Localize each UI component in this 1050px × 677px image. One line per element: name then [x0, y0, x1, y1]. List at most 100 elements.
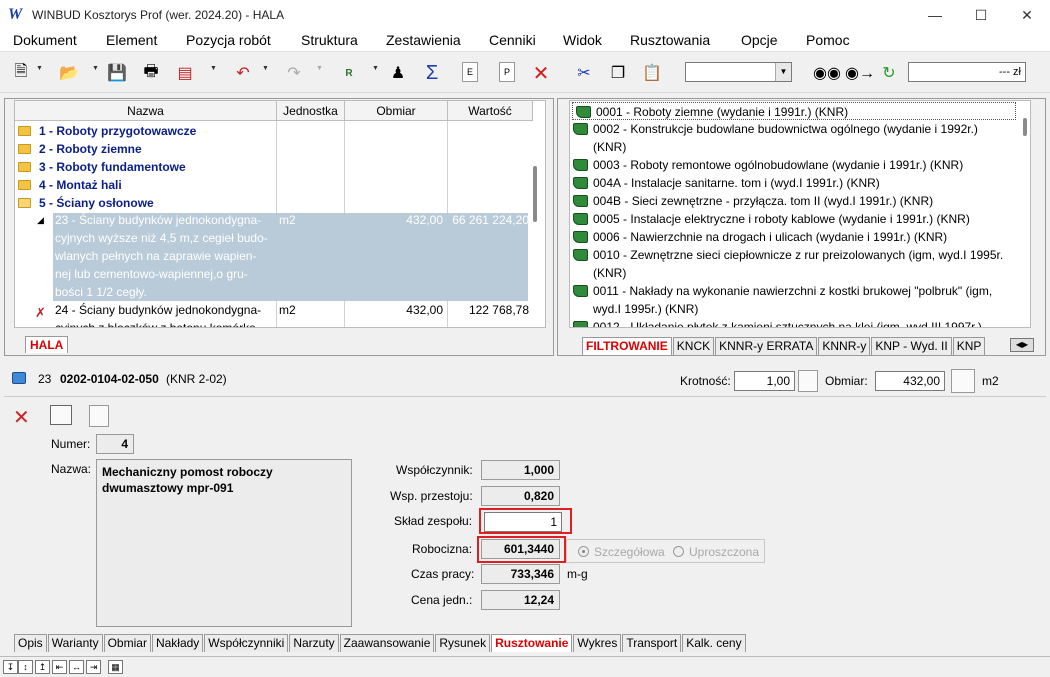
obmiar-field[interactable]: 432,00 [875, 371, 945, 391]
save-icon[interactable]: 💾 [106, 62, 128, 84]
krotnosc-field[interactable]: 1,00 [734, 371, 795, 391]
uproszczona-radio[interactable] [673, 546, 684, 557]
align-middle-icon[interactable]: ↕ [18, 660, 33, 674]
next-wartosc: 122 768,78 [468, 303, 529, 317]
tab-rusztowanie[interactable]: Rusztowanie [491, 634, 573, 652]
col-obmiar[interactable]: Obmiar [345, 101, 448, 121]
estimate-tree[interactable]: Nazwa Jednostka Obmiar Wartość 1 - Robot… [14, 100, 546, 328]
sum-icon[interactable]: Σ [421, 62, 443, 84]
menu-widok[interactable]: Widok [563, 32, 602, 48]
tab-knnr-errata[interactable]: KNNR-y ERRATA [715, 337, 818, 355]
menu-cenniki[interactable]: Cenniki [489, 32, 536, 48]
new-dropdown-arrow[interactable]: ▼ [36, 65, 43, 72]
tree-folder[interactable]: 4 - Montaż hali [15, 176, 277, 194]
worker-icon[interactable]: ♟ [387, 62, 409, 84]
menu-rusztowania[interactable]: Rusztowania [630, 32, 710, 48]
rms-dropdown-arrow[interactable]: ▼ [372, 65, 379, 72]
binoculars-icon[interactable]: ◉◉ [813, 62, 841, 84]
refresh-icon[interactable]: ↻ [878, 62, 900, 84]
calculator-icon[interactable]: ▦ [108, 660, 123, 674]
copy-resource-icon[interactable] [89, 405, 109, 427]
tree-folder[interactable]: 1 - Roboty przygotowawcze [15, 122, 277, 140]
paste-icon[interactable]: 📋 [641, 62, 663, 84]
tab-knp[interactable]: KNP [952, 337, 986, 355]
redo-dropdown-arrow[interactable]: ▼ [316, 65, 323, 72]
close-window-button[interactable]: ✕ [1004, 0, 1050, 30]
catalog-list[interactable]: 0001 - Roboty ziemne (wydanie i 1991r.) … [569, 100, 1031, 328]
tab-naklady[interactable]: Nakłady [151, 634, 204, 652]
menu-element[interactable]: Element [106, 32, 157, 48]
tab-zaawansowanie[interactable]: Zaawansowanie [339, 634, 435, 652]
maximize-button[interactable]: ☐ [958, 0, 1004, 30]
toolbar-combo[interactable]: ▼ [685, 62, 792, 82]
tab-opis[interactable]: Opis [14, 634, 47, 652]
tab-scroll-arrows-icon[interactable]: ◀▶ [1010, 338, 1034, 352]
menu-dokument[interactable]: Dokument [13, 32, 77, 48]
export-e-icon[interactable]: E [462, 62, 478, 82]
col-nazwa[interactable]: Nazwa [15, 101, 277, 121]
uproszczona-label: Uproszczona [689, 545, 760, 559]
tab-obmiar[interactable]: Obmiar [103, 634, 151, 652]
col-wartosc[interactable]: Wartość [448, 101, 533, 121]
cena-label: Cena jedn.: [411, 593, 473, 607]
menu-zestawienia[interactable]: Zestawienia [386, 32, 461, 48]
print-icon[interactable]: 🖶 [140, 62, 162, 84]
menu-pomoc[interactable]: Pomoc [806, 32, 850, 48]
numer-label: Numer: [51, 437, 91, 451]
nazwa-label: Nazwa: [51, 462, 92, 476]
minimize-button[interactable]: — [912, 0, 958, 30]
menu-pozycja-robot[interactable]: Pozycja robót [186, 32, 271, 48]
find-next-icon[interactable]: ◉→ [845, 62, 875, 84]
open-folder-icon[interactable]: 📂 [58, 62, 80, 84]
tab-wspolczynniki[interactable]: Współczynniki [204, 634, 289, 652]
align-bottom-icon[interactable]: ↧ [3, 660, 18, 674]
align-right-icon[interactable]: ⇥ [86, 660, 101, 674]
export-p-icon[interactable]: P [499, 62, 515, 82]
redo-icon[interactable]: ↷ [283, 62, 305, 84]
tab-warianty[interactable]: Warianty [47, 634, 103, 652]
delete-icon[interactable]: ✕ [530, 62, 552, 85]
tab-knnr[interactable]: KNNR-y [818, 337, 871, 355]
tab-filtrowanie[interactable]: FILTROWANIE [582, 337, 672, 355]
rms-icon[interactable]: R [338, 62, 360, 84]
catalog-item[interactable]: 0001 - Roboty ziemne (wydanie i 1991r.) … [572, 102, 1016, 120]
tab-narzuty[interactable]: Narzuty [289, 634, 339, 652]
align-center-icon[interactable]: ↔ [69, 660, 84, 674]
tree-folder-open[interactable]: 5 - Ściany osłonowe [15, 194, 277, 212]
tree-folder[interactable]: 2 - Roboty ziemne [15, 140, 277, 158]
nazwa-field[interactable]: Mechaniczny pomost roboczy dwumasztowy m… [96, 459, 352, 627]
sklad-field[interactable]: 1 [484, 512, 562, 532]
new-document-icon[interactable]: 🗎 [10, 62, 32, 84]
open-dropdown-arrow[interactable]: ▼ [92, 65, 99, 72]
tab-kalk-ceny[interactable]: Kalk. ceny [682, 634, 746, 652]
remove-resource-icon[interactable]: ✕ [13, 405, 30, 430]
szczegolowa-radio[interactable] [578, 546, 589, 557]
undo-icon[interactable]: ↶ [232, 62, 254, 84]
find-resource-icon[interactable] [50, 405, 72, 425]
price-field[interactable]: --- zł [908, 62, 1026, 82]
tab-wykres[interactable]: Wykres [573, 634, 622, 652]
folder-icon [18, 180, 31, 190]
col-jednostka[interactable]: Jednostka [277, 101, 345, 121]
tab-transport[interactable]: Transport [622, 634, 682, 652]
copy-icon[interactable]: ❐ [607, 62, 629, 84]
tab-rysunek[interactable]: Rysunek [435, 634, 491, 652]
krotnosc-doc-icon[interactable] [798, 370, 818, 392]
tab-knp-wyd2[interactable]: KNP - Wyd. II [871, 337, 952, 355]
obmiar-doc-icon[interactable] [951, 369, 975, 393]
align-top-icon[interactable]: ↥ [35, 660, 50, 674]
menu-opcje[interactable]: Opcje [741, 32, 778, 48]
tab-hala[interactable]: HALA [25, 336, 69, 353]
undo-dropdown-arrow[interactable]: ▼ [262, 65, 269, 72]
align-left-icon[interactable]: ⇤ [52, 660, 67, 674]
cut-icon[interactable]: ✂ [573, 62, 595, 84]
pdf-dropdown-arrow[interactable]: ▼ [210, 65, 217, 72]
catalog-scrollbar[interactable] [1019, 102, 1030, 328]
tree-folder[interactable]: 3 - Roboty fundamentowe [15, 158, 277, 176]
collapse-arrow-icon[interactable]: ◢ [37, 215, 44, 226]
menu-struktura[interactable]: Struktura [301, 32, 358, 48]
tree-scrollbar[interactable] [530, 118, 540, 330]
pdf-export-icon[interactable]: ▤ [174, 62, 196, 84]
tab-knck[interactable]: KNCK [672, 337, 715, 355]
combo-dropdown-icon[interactable]: ▼ [775, 63, 791, 81]
